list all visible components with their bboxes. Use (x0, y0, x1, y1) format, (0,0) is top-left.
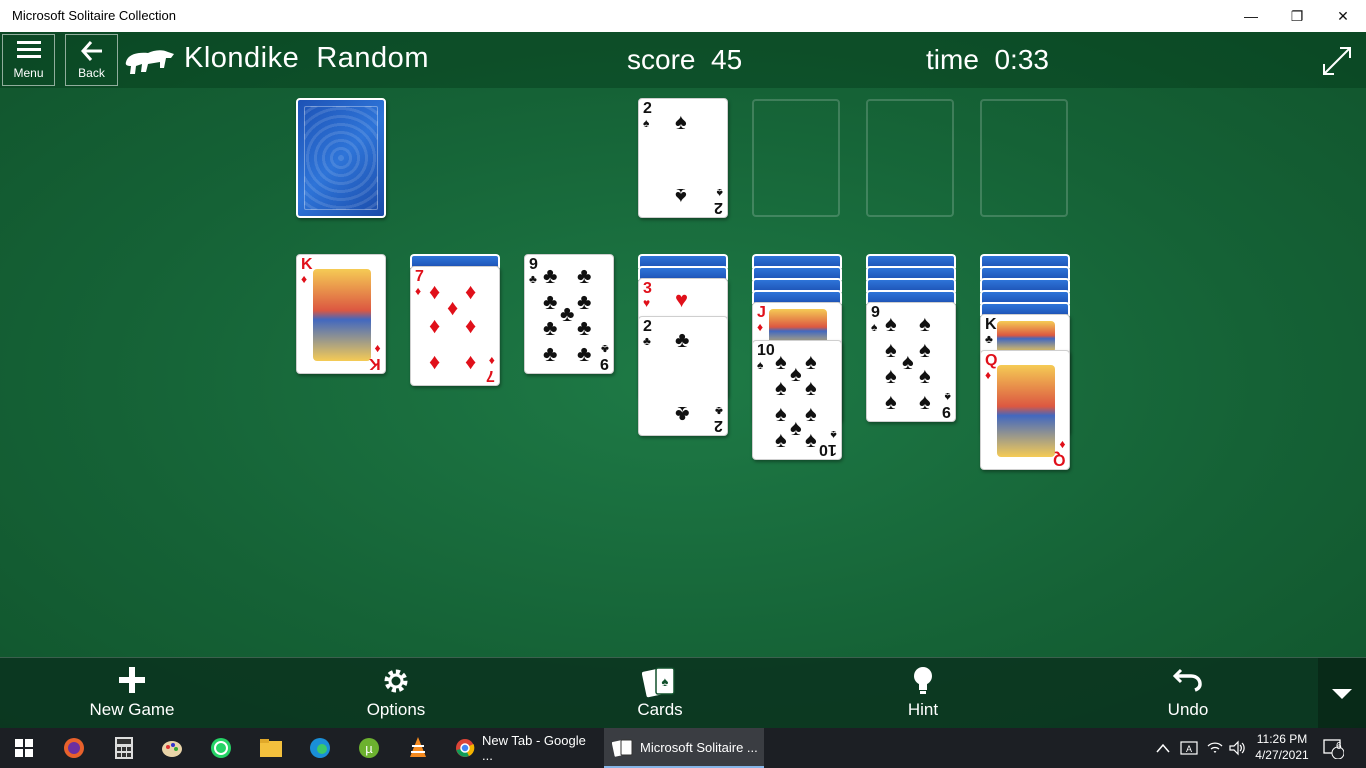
chevron-down-icon (1332, 688, 1352, 699)
hint-button[interactable]: Hint (885, 666, 961, 726)
command-bar: New Game Options ♠ Cards Hint Undo (0, 657, 1366, 729)
close-icon: ✕ (1337, 7, 1349, 24)
cards-icon: ♠ (620, 666, 700, 700)
utorrent-icon[interactable]: µ (355, 734, 383, 762)
score-display: score 45 (627, 44, 742, 76)
gear-icon (356, 666, 436, 700)
file-explorer-icon[interactable] (257, 734, 285, 762)
options-button[interactable]: Options (356, 666, 436, 726)
expand-icon (1323, 47, 1351, 75)
wifi-icon[interactable] (1206, 728, 1224, 768)
hint-label: Hint (907, 700, 939, 719)
time-value: 0:33 (994, 44, 1049, 75)
svg-text:µ: µ (365, 741, 373, 756)
arrow-left-icon (66, 41, 117, 64)
plus-icon (82, 666, 182, 700)
game-title: Klondike Random (184, 42, 429, 74)
stock-pile[interactable] (296, 98, 386, 218)
foundation-2[interactable] (752, 99, 840, 217)
game-board: Menu Back Klondike Random score 45 time … (0, 32, 1366, 729)
restore-icon: ❐ (1290, 7, 1304, 24)
tableau-card[interactable]: 2 ♣ ♣ ♣ 2 ♣ (638, 316, 728, 436)
calculator-icon[interactable] (110, 734, 138, 762)
window-title: Microsoft Solitaire Collection (12, 8, 177, 23)
firefox-icon[interactable] (60, 734, 88, 762)
edge-icon[interactable] (306, 734, 334, 762)
clock-time: 11:26 PM (1256, 732, 1308, 746)
king-face-image (313, 269, 371, 361)
svg-text:♠: ♠ (662, 674, 669, 689)
lightbulb-icon (885, 666, 961, 700)
new-game-label: New Game (89, 700, 175, 719)
score-label: score (627, 44, 696, 75)
minimize-icon: — (1244, 8, 1258, 24)
menu-button[interactable]: Menu (2, 34, 55, 86)
tableau-card[interactable]: 9 ♠ ♠ ♠ ♠ ♠ ♠ ♠ ♠ ♠ ♠ 9 ♠ (866, 302, 956, 422)
more-commands-button[interactable] (1318, 658, 1366, 729)
cards-button[interactable]: ♠ Cards (620, 666, 700, 726)
time-label: time (926, 44, 979, 75)
card-rank: 2 ♠ (643, 100, 652, 130)
taskbar-app-label: New Tab - Google ... (482, 733, 586, 763)
options-label: Options (366, 700, 426, 719)
maximize-button[interactable]: ❐ (1274, 0, 1320, 32)
menu-label: Menu (13, 66, 44, 80)
score-value: 45 (711, 44, 743, 75)
card-pip: ♠ (675, 109, 687, 134)
start-icon[interactable] (10, 734, 38, 762)
vlc-icon[interactable] (404, 734, 432, 762)
hamburger-icon (3, 41, 54, 62)
close-button[interactable]: ✕ (1320, 0, 1366, 32)
minimize-button[interactable]: — (1228, 0, 1274, 32)
system-clock[interactable]: 11:26 PM 4/27/2021 (1252, 731, 1312, 763)
polar-bear-icon (124, 44, 176, 76)
notification-count: 6 (1336, 741, 1342, 752)
cards-label: Cards (637, 700, 683, 719)
tableau-card[interactable]: Q ♦ Q ♦ (980, 350, 1070, 470)
foundation-1[interactable]: 2 ♠ ♠ ♠ 2 ♠ (638, 98, 728, 218)
king-face-image (997, 321, 1055, 353)
time-display: time 0:33 (926, 44, 1049, 76)
fullscreen-button[interactable] (1320, 44, 1354, 78)
back-button[interactable]: Back (65, 34, 118, 86)
taskbar-app-chrome[interactable]: New Tab - Google ... (446, 728, 600, 768)
clock-date: 4/27/2021 (1255, 748, 1309, 762)
input-language-icon[interactable]: A (1180, 728, 1198, 768)
taskbar-app-label: Microsoft Solitaire ... (640, 739, 758, 755)
card-rank-bottom: 2 ♠ (714, 186, 723, 216)
card-pip: ♠ (675, 184, 687, 209)
undo-label: Undo (1167, 700, 1209, 719)
windows-taskbar: µ New Tab - Google ... Microsoft Solitai… (0, 728, 1366, 768)
undo-button[interactable]: Undo (1150, 666, 1226, 726)
undo-icon (1150, 666, 1226, 700)
svg-text:A: A (1186, 744, 1192, 754)
tableau-card[interactable]: K ♦ K ♦ (296, 254, 386, 374)
new-game-button[interactable]: New Game (82, 666, 182, 726)
action-center-button[interactable]: 6 (1322, 728, 1352, 768)
chrome-icon (454, 737, 476, 759)
foundation-3[interactable] (866, 99, 954, 217)
paint-icon[interactable] (158, 734, 186, 762)
game-header: Menu Back Klondike Random score 45 time … (0, 32, 1366, 88)
tableau-card[interactable]: 9 ♣ ♣ ♣ ♣ ♣ ♣ ♣ ♣ ♣ ♣ 9 ♣ (524, 254, 614, 374)
solitaire-icon (612, 737, 634, 759)
window-title-bar: Microsoft Solitaire Collection — ❐ ✕ (0, 0, 1366, 32)
volume-icon[interactable] (1228, 728, 1246, 768)
tray-chevron-up-icon[interactable] (1156, 728, 1170, 768)
foundation-4[interactable] (980, 99, 1068, 217)
back-label: Back (78, 66, 105, 80)
tableau-card[interactable]: 10 ♠ ♠ ♠ ♠ ♠ ♠ ♠ ♠ ♠ ♠ ♠ 10 ♠ (752, 340, 842, 460)
queen-face-image (997, 365, 1055, 457)
whatsapp-icon[interactable] (207, 734, 235, 762)
tableau-card[interactable]: 7 ♦ ♦ ♦ ♦ ♦ ♦ ♦ ♦ 7 ♦ (410, 266, 500, 386)
taskbar-app-solitaire[interactable]: Microsoft Solitaire ... (604, 728, 764, 768)
